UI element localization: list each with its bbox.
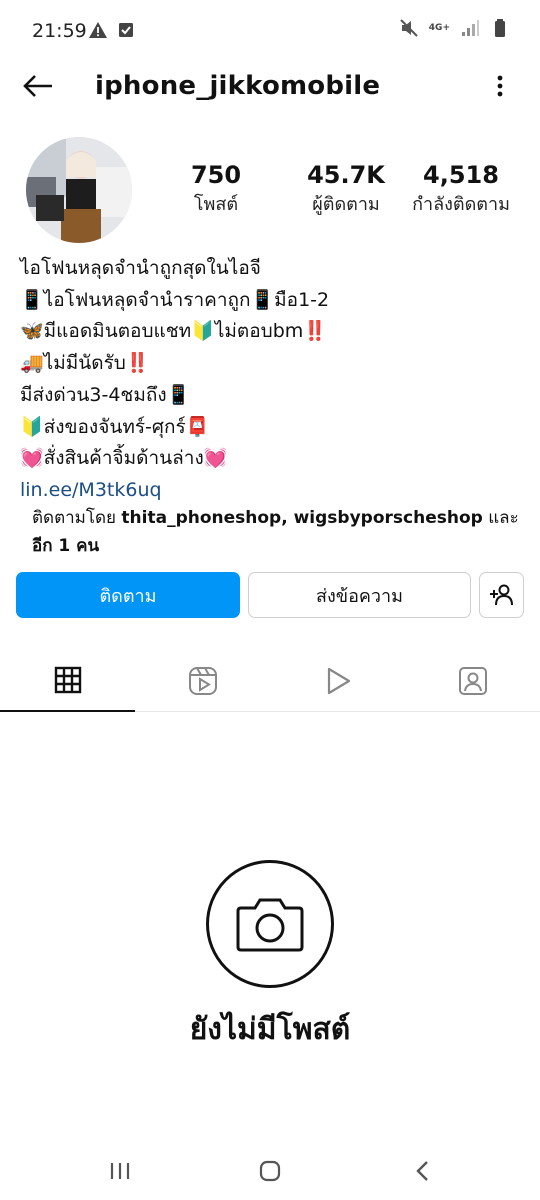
tab-posts-grid[interactable] — [0, 650, 135, 712]
bio-link[interactable]: lin.ee/M3tk6uq — [20, 475, 520, 507]
home-icon — [259, 1160, 281, 1182]
status-time: 21:59 — [32, 20, 87, 42]
system-back-button[interactable] — [402, 1156, 442, 1186]
followed-by-conjunction: และ — [482, 508, 519, 528]
bio-line: 🔰ส่งของจันทร์-ศุกร์📮 — [20, 415, 210, 438]
tab-tagged[interactable] — [405, 650, 540, 712]
warning-icon — [89, 22, 107, 38]
nav-back-icon — [416, 1161, 428, 1181]
bio-line: 💓สั่งสินค้าจิ้มด้านล่าง💓 — [20, 447, 228, 470]
back-arrow-icon — [23, 75, 52, 97]
bio-line: 🦋มีแอดมินตอบแชท🔰ไม่ตอบbm‼️ — [20, 320, 327, 343]
profile-username: iphone_jikkomobile — [95, 71, 381, 101]
more-options-button[interactable] — [488, 70, 512, 102]
system-nav-bar — [0, 1140, 540, 1200]
followed-by[interactable]: ติดตามโดย thita_phoneshop, wigsbyporsche… — [32, 504, 522, 560]
profile-stats: 750 โพสต์ 45.7K ผู้ติดตาม 4,518 กำลังติด… — [150, 160, 540, 230]
signal-icon — [462, 20, 479, 36]
empty-state-text: ยังไม่มีโพสต์ — [189, 1012, 351, 1047]
tagged-icon — [458, 667, 487, 695]
bio-line: 📱ไอโฟนหลุดจำนำราคาถูก📱มือ1-2 — [20, 288, 330, 311]
profile-avatar[interactable] — [26, 137, 132, 243]
bio-line: ไอโฟนหลุดจำนำถูกสุดในไอจี — [20, 257, 261, 279]
profile-tabs — [0, 650, 540, 712]
followers-stat[interactable]: 45.7K ผู้ติดตาม — [286, 160, 406, 220]
reels-icon — [188, 667, 217, 695]
following-label: กำลังติดตาม — [412, 194, 510, 215]
recent-apps-button[interactable] — [100, 1156, 140, 1186]
status-bar: 21:59 4G+ — [0, 0, 540, 62]
posts-label: โพสต์ — [193, 194, 239, 215]
avatar-photo — [26, 137, 132, 243]
followed-by-others: อีก 1 คน — [32, 536, 100, 556]
profile-bio: ไอโฟนหลุดจำนำถูกสุดในไอจี 📱ไอโฟนหลุดจำนำ… — [20, 253, 520, 507]
message-button[interactable]: ส่งข้อความ — [248, 572, 471, 618]
checkbox-icon — [119, 23, 133, 37]
profile-header: iphone_jikkomobile — [0, 62, 540, 110]
follow-button[interactable]: ติดตาม — [16, 572, 240, 618]
network-type: 4G+ — [428, 22, 450, 33]
suggested-users-button[interactable] — [479, 572, 524, 618]
followed-by-prefix: ติดตามโดย — [32, 508, 122, 528]
tab-videos[interactable] — [270, 650, 405, 712]
followed-by-names: thita_phoneshop, wigsbyporscheshop — [121, 508, 483, 528]
following-stat[interactable]: 4,518 กำลังติดตาม — [405, 160, 517, 220]
more-vertical-icon — [497, 75, 503, 97]
bio-line: 🚚ไม่มีนัดรับ‼️ — [20, 352, 150, 375]
grid-icon — [54, 666, 81, 694]
add-person-icon — [489, 584, 513, 606]
followers-count: 45.7K — [307, 161, 385, 189]
bio-line: มีส่งด่วน3-4ชมถึง📱 — [20, 383, 191, 406]
tab-reels[interactable] — [135, 650, 270, 712]
home-button[interactable] — [250, 1156, 290, 1186]
play-icon — [327, 667, 350, 695]
mute-icon — [400, 19, 418, 37]
followers-label: ผู้ติดตาม — [312, 194, 380, 215]
posts-count: 750 — [190, 161, 242, 189]
posts-stat[interactable]: 750 โพสต์ — [176, 160, 256, 220]
empty-state-camera — [206, 860, 334, 988]
following-count: 4,518 — [423, 161, 499, 189]
battery-icon — [495, 19, 505, 37]
recent-apps-icon — [110, 1163, 130, 1179]
back-button[interactable] — [18, 70, 58, 102]
camera-icon — [236, 898, 304, 952]
